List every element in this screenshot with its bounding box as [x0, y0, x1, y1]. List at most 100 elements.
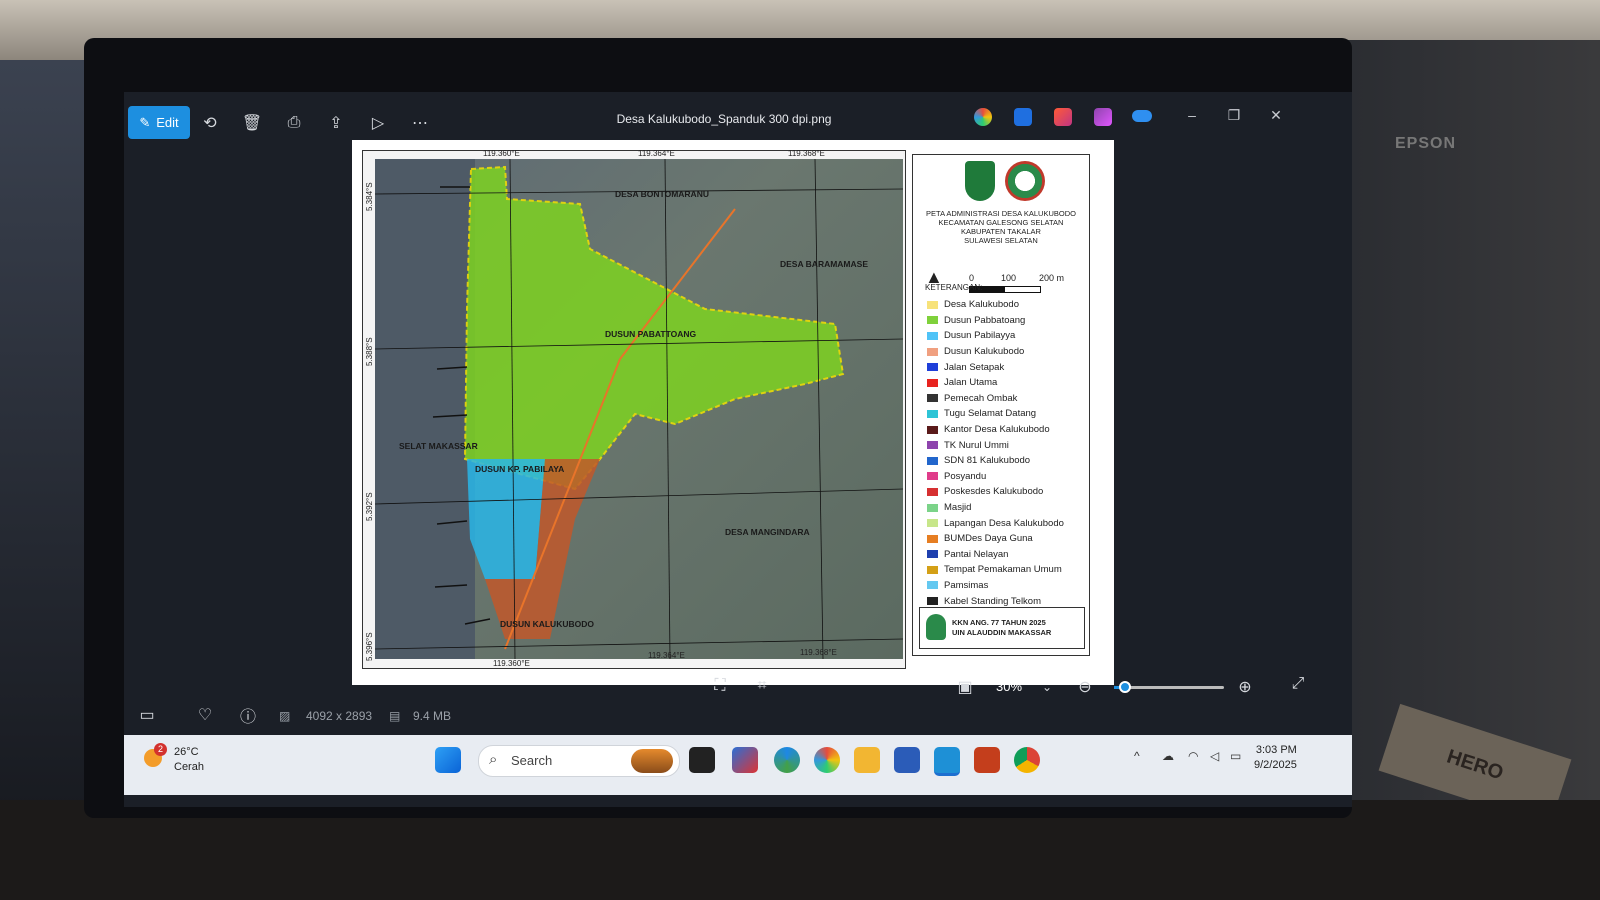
legend-swatch [927, 472, 938, 481]
rotate-icon[interactable]: ⟲ [199, 112, 221, 134]
chrome-icon[interactable] [1014, 747, 1040, 773]
image-dimensions: 4092 x 2893 [306, 709, 373, 723]
photo-icon[interactable]: ▣ [954, 676, 976, 698]
legend-item: Pantai Nelayan [927, 547, 1087, 563]
share-icon[interactable]: ⇪ [325, 112, 347, 134]
legend-swatch [927, 378, 938, 387]
designer-icon[interactable] [1054, 108, 1072, 126]
legend-label: Tugu Selamat Datang [944, 408, 1037, 420]
slideshow-icon[interactable]: ▷ [367, 112, 389, 134]
onedrive-tray-icon[interactable]: ☁ [1162, 749, 1174, 763]
legend-item: Poskesdes Kalukubodo [927, 484, 1087, 500]
edge-icon[interactable] [774, 747, 800, 773]
delete-icon[interactable]: 🗑 [241, 112, 263, 134]
legend-swatch [927, 597, 938, 606]
legend-item: TK Nurul Ummi [927, 437, 1087, 453]
copilot-taskbar-icon[interactable] [814, 747, 840, 773]
fullscreen-icon[interactable]: ⤢ [1287, 673, 1309, 695]
file-explorer-icon[interactable] [854, 747, 880, 773]
legend-label: BUMDes Daya Guna [944, 533, 1033, 545]
legend-item: Tempat Pemakaman Umum [927, 562, 1087, 578]
temperature: 26°C [174, 746, 199, 758]
more-icon[interactable]: ⋯ [409, 112, 431, 134]
zoom-in-icon[interactable]: ⊕ [1234, 676, 1256, 698]
legend-label: Dusun Pabbatoang [944, 314, 1026, 326]
chevron-up-icon[interactable]: ^ [1134, 749, 1140, 763]
lat-tick: 5.388°S [365, 337, 374, 366]
legend-swatch [927, 503, 938, 512]
wifi-icon[interactable]: ◠ [1188, 749, 1198, 763]
zoom-slider-thumb[interactable] [1119, 681, 1131, 693]
zoom-slider[interactable] [1114, 681, 1224, 693]
legend-label: Dusun Kalukubodo [944, 346, 1025, 358]
info-icon[interactable]: ⓘ [237, 704, 259, 726]
weather-widget[interactable]: 2 26°C Cerah [144, 743, 204, 775]
lat-tick: 5.392°S [365, 492, 374, 521]
battery-icon[interactable]: ▭ [1230, 749, 1241, 763]
store-icon[interactable] [732, 747, 758, 773]
legend-swatch [927, 394, 938, 403]
legend-footer: KKN ANG. 77 TAHUN 2025 UIN ALAUDDIN MAKA… [919, 607, 1085, 649]
clock[interactable]: 3:03 PM 9/2/2025 [1254, 743, 1297, 773]
chevron-down-icon[interactable]: ⌄ [1036, 676, 1058, 698]
legend-label: Poskesdes Kalukubodo [944, 486, 1044, 498]
search-box[interactable]: ⌕ Search [478, 745, 680, 777]
sea [375, 159, 475, 659]
uin-logo [926, 614, 946, 640]
editor-icon[interactable] [1014, 108, 1032, 126]
filmstrip-icon[interactable]: ▭ [136, 704, 158, 726]
image-canvas[interactable]: DESA BONTOMARANU DESA BARAMAMASE DUSUN P… [352, 140, 1114, 685]
legend-item: SDN 81 Kalukubodo [927, 453, 1087, 469]
legend-label: Pamsimas [944, 579, 989, 591]
crop-icon[interactable]: ⌗ [751, 675, 773, 697]
legend-swatch [927, 534, 938, 543]
window-title: Desa Kalukubodo_Spanduk 300 dpi.png [616, 112, 832, 126]
image-icon: ▨ [279, 709, 291, 723]
scale-0: 0 [969, 273, 975, 283]
copilot-icon[interactable] [974, 108, 992, 126]
legend-label: Pemecah Ombak [944, 392, 1018, 404]
lon-tick-bottom: 119.364°E [648, 651, 685, 660]
restore-icon[interactable]: ❐ [1221, 104, 1247, 126]
edit-button[interactable]: ✎ Edit [128, 106, 190, 139]
legend-swatch [927, 487, 938, 496]
label-pabattoang: DUSUN PABATTOANG [605, 329, 697, 339]
zoom-out-icon[interactable]: ⊖ [1074, 676, 1096, 698]
legend-swatch [927, 347, 938, 356]
file-size-icon: ▤ [389, 709, 401, 723]
legend-item: Masjid [927, 500, 1087, 516]
footer-text: KKN ANG. 77 TAHUN 2025 UIN ALAUDDIN MAKA… [952, 618, 1052, 637]
legend-item: BUMDes Daya Guna [927, 531, 1087, 547]
photos-icon[interactable] [934, 747, 960, 776]
print-icon[interactable]: ⎙ [283, 112, 305, 134]
edit-label: Edit [156, 115, 179, 130]
minimize-icon[interactable]: – [1179, 104, 1205, 126]
legend-swatch [927, 441, 938, 450]
volume-icon[interactable]: ◁ [1210, 749, 1219, 763]
map-graphic [375, 159, 903, 659]
lon-tick-top: 119.368°E [788, 149, 825, 158]
favorite-icon[interactable]: ♡ [194, 704, 216, 726]
onedrive-icon[interactable] [1132, 110, 1152, 122]
clipchamp-icon[interactable] [1094, 108, 1112, 126]
toolbar: ✎ Edit ⟲ 🗑 ⎙ ⇪ ▷ ⋯ Desa Kalukubodo_Spand… [124, 92, 1352, 147]
task-view-icon[interactable] [689, 747, 715, 773]
map-area: DESA BONTOMARANU DESA BARAMAMASE DUSUN P… [375, 159, 903, 659]
zoom-level[interactable]: 30% [996, 679, 1022, 694]
legend-label: Lapangan Desa Kalukubodo [944, 517, 1064, 529]
legend-label: Dusun Pabilayya [944, 330, 1016, 342]
legend-item: Posyandu [927, 469, 1087, 485]
map-legend: PETA ADMINISTRASI DESA KALUKUBODO KECAMA… [912, 154, 1090, 656]
file-size: 9.4 MB [413, 709, 452, 723]
close-icon[interactable]: ✕ [1263, 104, 1289, 126]
map-frame: DESA BONTOMARANU DESA BARAMAMASE DUSUN P… [362, 149, 906, 669]
word-icon[interactable] [894, 747, 920, 773]
start-icon[interactable] [435, 747, 461, 773]
legend-swatch [927, 363, 938, 372]
grid-line [814, 159, 824, 659]
fit-screen-icon[interactable]: ⛶ [709, 675, 731, 697]
legend-item: Lapangan Desa Kalukubodo [927, 515, 1087, 531]
legend-label: Kabel Standing Telkom [944, 595, 1041, 607]
powerpoint-icon[interactable] [974, 747, 1000, 773]
legend-label: TK Nurul Ummi [944, 439, 1009, 451]
